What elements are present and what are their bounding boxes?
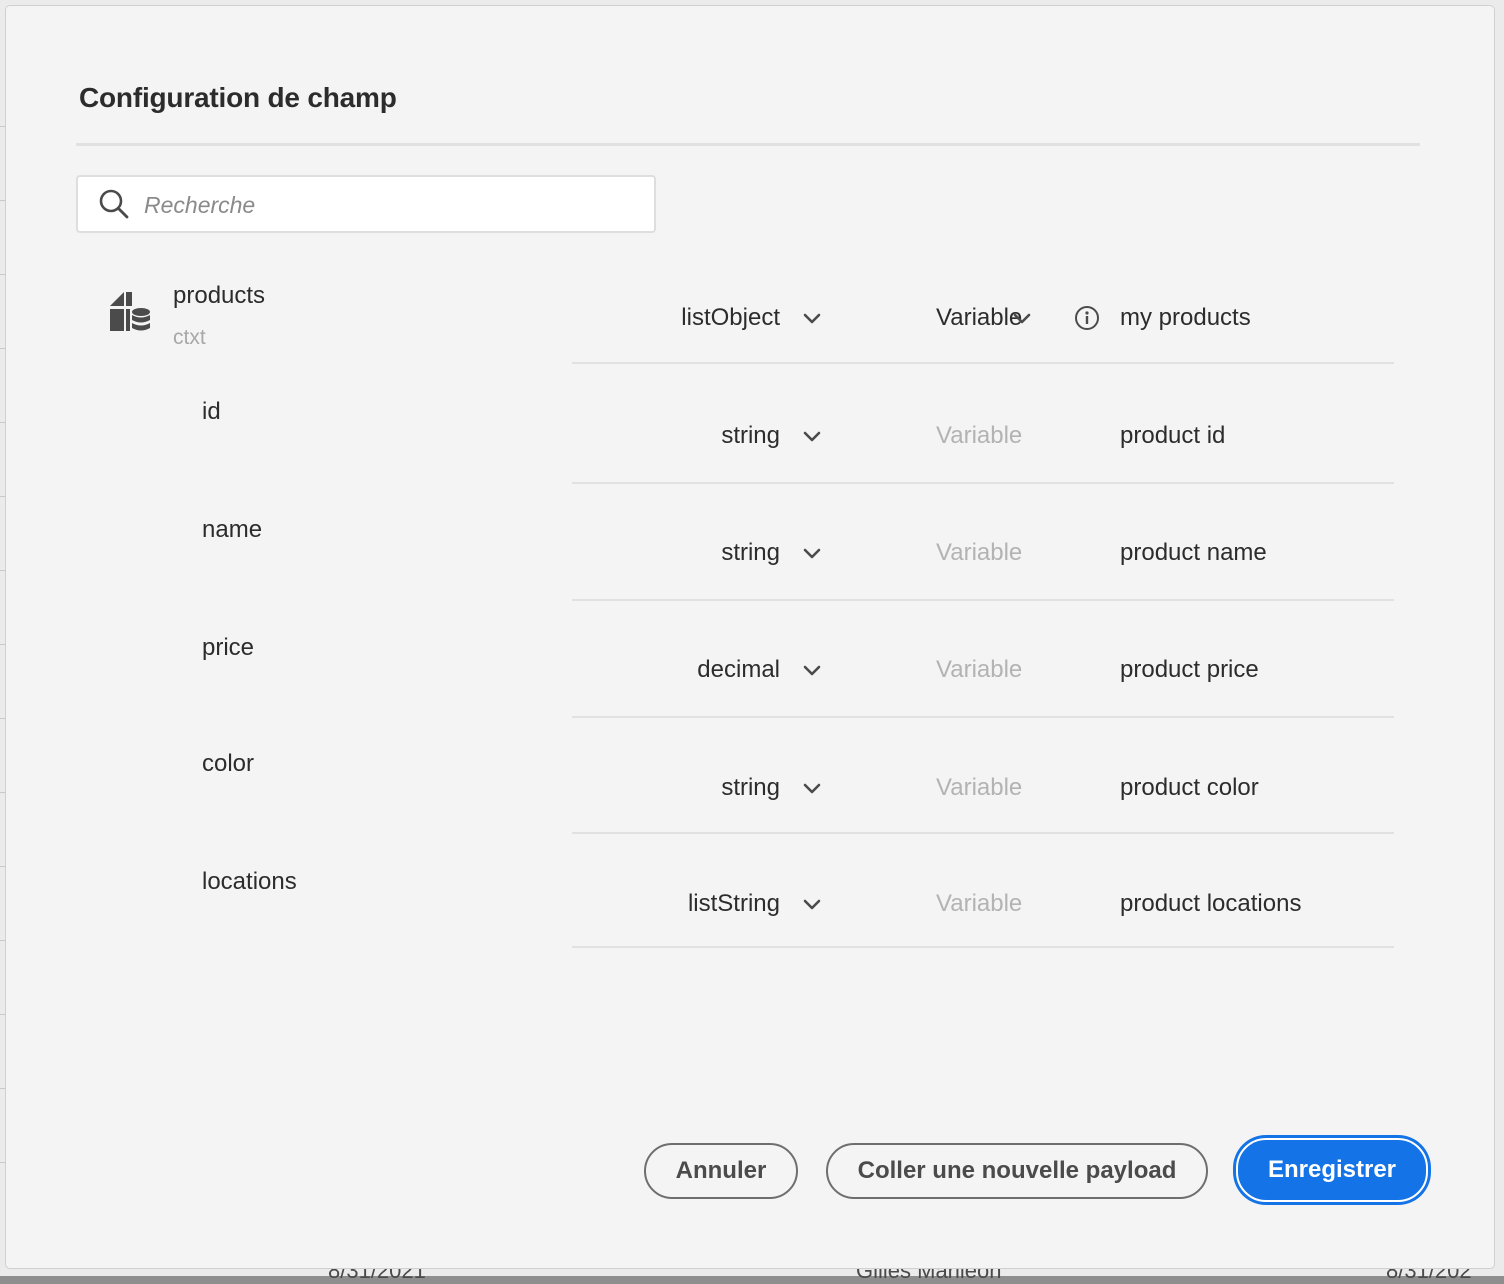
chevron-down-icon <box>803 665 821 676</box>
search-icon <box>99 189 129 219</box>
type-dropdown[interactable]: string <box>721 416 824 456</box>
type-dropdown[interactable]: listString <box>688 884 824 924</box>
dialog-title: Configuration de champ <box>79 82 397 113</box>
field-name-color: color <box>202 750 255 777</box>
field-label: product name <box>1120 539 1267 566</box>
root-field-row: listObject Variable my products <box>572 298 1394 414</box>
row-divider <box>572 482 1394 484</box>
variable-dropdown-disabled: Variable <box>936 656 1023 683</box>
field-row: listString Variable product locations <box>572 884 1394 1000</box>
type-value: decimal <box>697 656 780 683</box>
chevron-down-icon <box>803 783 821 794</box>
field-row: string Variable product color <box>572 768 1394 884</box>
type-value: listString <box>687 890 780 917</box>
type-dropdown[interactable]: string <box>721 768 824 808</box>
search-field[interactable] <box>76 175 656 233</box>
row-divider <box>572 946 1394 948</box>
chevron-down-icon <box>803 548 821 559</box>
type-dropdown[interactable]: listObject <box>681 298 824 338</box>
field-name-name: name <box>202 516 263 543</box>
field-label: product id <box>1120 422 1226 449</box>
field-name-price: price <box>202 634 255 661</box>
root-field-context: ctxt <box>173 326 206 349</box>
field-name-locations: locations <box>202 868 297 895</box>
field-label: product price <box>1120 656 1259 683</box>
row-divider <box>572 599 1394 601</box>
variable-dropdown-disabled: Variable <box>936 890 1023 917</box>
context-data-icon <box>110 292 150 331</box>
field-label: my products <box>1120 304 1251 331</box>
paste-payload-button[interactable]: Coller une nouvelle payload <box>826 1143 1208 1199</box>
chevron-down-icon[interactable] <box>1010 306 1034 330</box>
row-divider <box>572 362 1394 364</box>
field-name-id: id <box>202 398 221 425</box>
type-value: string <box>721 774 780 801</box>
variable-dropdown-disabled: Variable <box>936 422 1023 449</box>
row-divider <box>572 832 1394 834</box>
chevron-down-icon <box>803 313 821 324</box>
chevron-down-icon <box>803 431 821 442</box>
field-row: string Variable product id <box>572 416 1394 532</box>
field-label: product color <box>1120 774 1259 801</box>
type-value: listObject <box>681 304 780 331</box>
row-divider <box>572 716 1394 718</box>
type-dropdown[interactable]: string <box>721 533 824 573</box>
root-field-name: products <box>173 282 266 309</box>
title-divider <box>76 143 1420 146</box>
field-label: product locations <box>1120 890 1302 917</box>
search-input[interactable] <box>142 185 636 225</box>
info-icon[interactable] <box>1074 305 1100 331</box>
chevron-down-icon <box>803 899 821 910</box>
type-dropdown[interactable]: decimal <box>697 650 824 690</box>
variable-dropdown-disabled: Variable <box>936 774 1023 801</box>
save-button[interactable]: Enregistrer <box>1236 1138 1428 1202</box>
field-row: decimal Variable product price <box>572 650 1394 766</box>
field-row: string Variable product name <box>572 533 1394 649</box>
variable-dropdown-disabled: Variable <box>936 539 1023 566</box>
type-value: string <box>721 539 780 566</box>
cancel-button[interactable]: Annuler <box>644 1143 798 1199</box>
field-configuration-dialog: Configuration de champ products ctxt lis… <box>6 6 1494 1268</box>
type-value: string <box>721 422 780 449</box>
